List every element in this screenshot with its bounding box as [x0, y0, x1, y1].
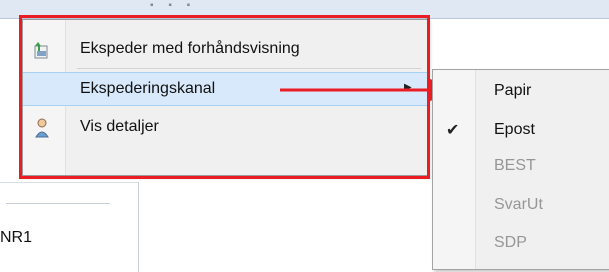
submenu-item-label: SDP	[494, 234, 527, 251]
dispatch-channel-submenu[interactable]: Papir ✔ Epost BEST SvarUt SDP	[432, 69, 609, 270]
background-row-label: NR1	[0, 229, 33, 246]
submenu-item-label: SvarUt	[494, 196, 543, 213]
submenu-item-best: BEST	[433, 152, 609, 180]
background-left-panel	[0, 182, 139, 272]
check-icon: ✔	[446, 122, 460, 139]
submenu-item-paper[interactable]: Papir	[433, 77, 609, 105]
submenu-item-email[interactable]: ✔ Epost	[433, 116, 609, 144]
submenu-item-label: BEST	[494, 157, 536, 174]
submenu-item-sdp: SDP	[433, 229, 609, 257]
submenu-item-label: Papir	[494, 82, 532, 99]
submenu-item-svarut: SvarUt	[433, 191, 609, 219]
background-divider	[6, 203, 110, 204]
submenu-item-label: Epost	[494, 121, 535, 138]
background-toolbar-icons: ▪ ▪ ▪	[150, 0, 197, 11]
